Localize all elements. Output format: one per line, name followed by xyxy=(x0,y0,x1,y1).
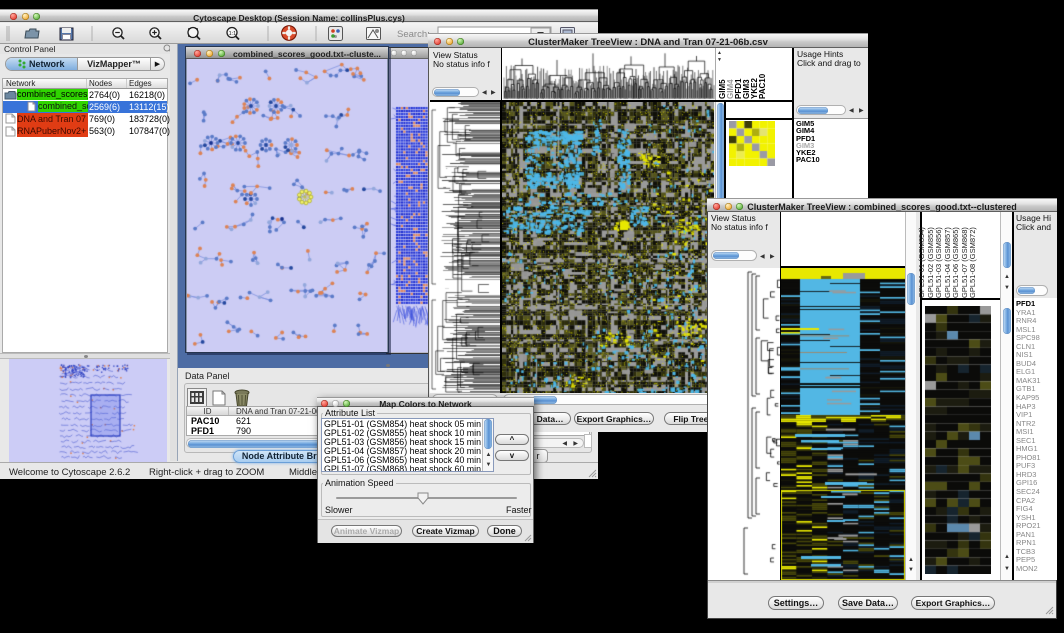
svg-text:Search:: Search: xyxy=(397,29,430,40)
svg-text:1:1: 1:1 xyxy=(229,31,237,37)
